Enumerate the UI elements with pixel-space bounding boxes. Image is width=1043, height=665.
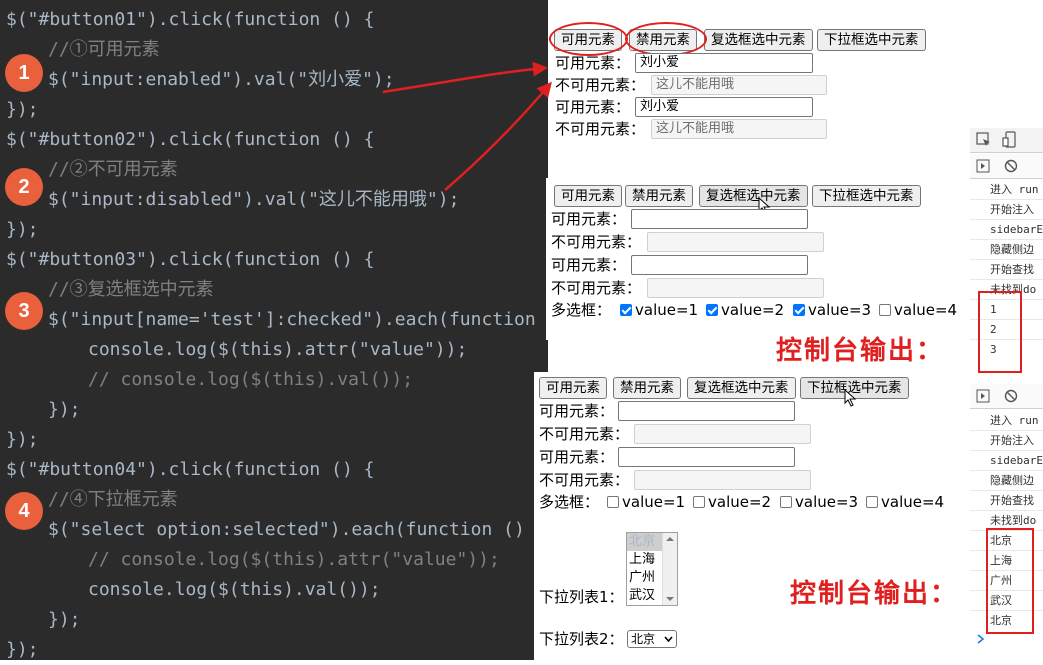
arrow-icon [444, 81, 552, 191]
arrow-icon [382, 61, 548, 94]
annotation-arrows [382, 61, 552, 191]
